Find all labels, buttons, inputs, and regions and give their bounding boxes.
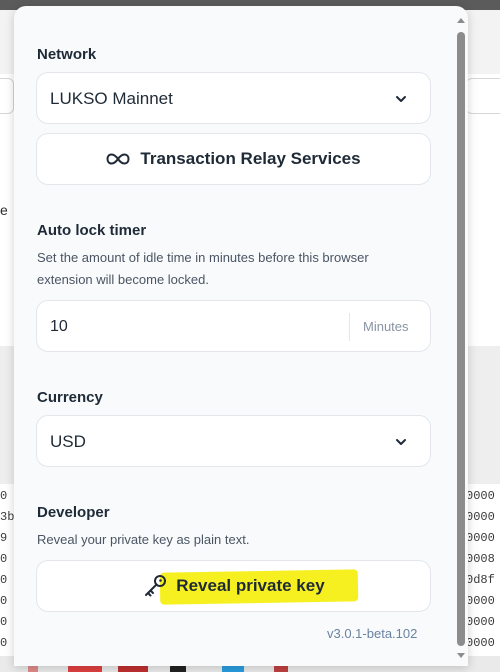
scroll-up-icon[interactable] — [456, 16, 466, 26]
network-selected-value: LUKSO Mainnet — [50, 89, 173, 108]
input-divider — [349, 313, 350, 341]
background-input-left — [0, 78, 14, 114]
chevron-down-icon — [396, 439, 406, 445]
key-icon — [145, 575, 167, 597]
chevron-down-icon — [396, 96, 406, 102]
background-right-strip: 0000 0000 0000 0008 0d8f 0000 0000 0000 — [466, 489, 495, 650]
network-title: Network — [37, 46, 97, 63]
scroll-down-icon[interactable] — [456, 650, 466, 660]
developer-description: Reveal your private key as plain text. — [37, 532, 250, 547]
scrollbar[interactable] — [454, 14, 468, 662]
network-select[interactable]: LUKSO Mainnet — [36, 72, 431, 124]
infinity-icon — [106, 153, 130, 165]
auto-lock-unit: Minutes — [363, 319, 409, 334]
background-text-fragment: e — [0, 202, 8, 218]
currency-selected-value: USD — [50, 432, 86, 451]
currency-title: Currency — [37, 389, 103, 406]
auto-lock-value: 10 — [50, 318, 68, 335]
settings-popup: Network LUKSO Mainnet Transaction Relay … — [14, 6, 468, 666]
auto-lock-title: Auto lock timer — [37, 222, 147, 239]
background-input-right — [466, 78, 500, 114]
background-left-strip: 0 3b 9 0 0 0 0 0 — [0, 489, 14, 650]
reveal-private-key-label: Reveal private key — [176, 576, 325, 595]
version-label: v3.0.1-beta.102 — [327, 626, 418, 641]
reveal-private-key-button[interactable]: Reveal private key — [36, 560, 431, 612]
developer-title: Developer — [37, 504, 110, 521]
auto-lock-minutes-input[interactable]: 10 Minutes — [36, 300, 431, 352]
transaction-relay-label: Transaction Relay Services — [140, 149, 361, 168]
currency-select[interactable]: USD — [36, 415, 431, 467]
transaction-relay-button[interactable]: Transaction Relay Services — [36, 133, 431, 185]
auto-lock-description: Set the amount of idle time in minutes b… — [37, 250, 369, 287]
scrollbar-thumb[interactable] — [457, 32, 465, 646]
